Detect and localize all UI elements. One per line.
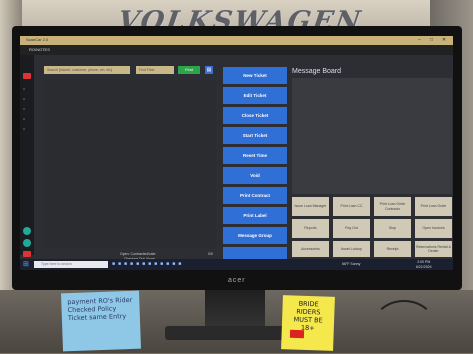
settings-icon[interactable]: ▫ xyxy=(23,127,31,133)
monitor-brand-logo: acer xyxy=(228,277,246,284)
open-status-text: Open: Contracted/Late xyxy=(120,252,156,256)
reset-time-button[interactable]: Reset Time xyxy=(223,147,287,164)
start-ticket-button[interactable]: Start Ticket xyxy=(223,127,287,144)
ticket-list[interactable] xyxy=(44,80,216,248)
sync-icon[interactable] xyxy=(23,239,31,247)
close-ticket-button[interactable]: Close Ticket xyxy=(223,107,287,124)
sidebar: ▫ ▫ ▫ ▫ ▫ xyxy=(20,55,34,257)
document-icon[interactable]: ▫ xyxy=(23,97,31,103)
clipboard-icon[interactable]: ▤ xyxy=(205,66,213,74)
print-loan-order-button[interactable]: Print Loan Order xyxy=(415,197,452,216)
edit-ticket-button[interactable]: Edit Ticket xyxy=(223,87,287,104)
taskbar: ⊞ Type here to search ■■■■■■■■■■■■ 66°F … xyxy=(20,259,453,270)
asset-lookup-button[interactable]: Asset Lookup xyxy=(333,241,370,257)
print-loan-cc-button[interactable]: Print Loan CC xyxy=(333,197,370,216)
status-icon[interactable] xyxy=(23,227,31,235)
tag-icon[interactable]: ▫ xyxy=(23,107,31,113)
power-icon[interactable] xyxy=(23,251,31,257)
receipt-button[interactable]: Receipt xyxy=(374,241,411,257)
clock[interactable]: 2:00 PM 6/21/2024 xyxy=(416,260,432,269)
taskbar-app-icons[interactable]: ■■■■■■■■■■■■ xyxy=(112,261,184,267)
open-invoices-button[interactable]: Open Invoices xyxy=(415,219,452,238)
taskbar-search-input[interactable]: Type here to search xyxy=(34,261,108,268)
find-field-select[interactable]: Find Field xyxy=(136,66,174,74)
cable xyxy=(372,300,436,354)
yellow-sticky-note: BRIDE RIDERS MUST BE 18+ xyxy=(281,295,335,351)
print-loan-order-contracts-button[interactable]: Print Loan Order Contracts xyxy=(374,197,411,216)
home-icon[interactable] xyxy=(23,73,31,79)
minimize-icon[interactable]: – xyxy=(418,37,421,43)
cart-icon[interactable]: ▫ xyxy=(23,87,31,93)
maximize-icon[interactable]: □ xyxy=(430,37,433,43)
print-label-button[interactable]: Print Label xyxy=(223,207,287,224)
message-board xyxy=(292,78,452,194)
search-input[interactable]: Search [ticket#, customer, phone, vin, e… xyxy=(44,66,130,74)
find-button[interactable]: Find xyxy=(178,66,200,74)
clock-time: 2:00 PM xyxy=(417,260,431,264)
windows-start-icon[interactable]: ⊞ xyxy=(23,261,30,268)
reservations-button[interactable]: Reservations Rental & Dealer xyxy=(415,241,452,257)
red-price-sticker xyxy=(289,329,305,339)
window-titlebar: ScanCar 2.0 – □ ✕ xyxy=(20,36,453,45)
pay-out-button[interactable]: Pay Out xyxy=(333,219,370,238)
app-header: RO/NOTES xyxy=(20,45,453,55)
weather-widget[interactable]: 66°F Sunny xyxy=(342,262,360,266)
window-title: ScanCar 2.0 xyxy=(26,37,49,42)
monitor-screen: ScanCar 2.0 – □ ✕ RO/NOTES ▫ ▫ ▫ ▫ ▫ Sea… xyxy=(20,36,453,270)
ticket-count: 0/0 xyxy=(208,252,213,256)
blue-sticky-note: payment RO's Rider Checked Policy Ticket… xyxy=(61,290,141,352)
reports-button[interactable]: Reports xyxy=(292,219,329,238)
message-group-button[interactable]: Message Group xyxy=(223,227,287,244)
app-name: RO/NOTES xyxy=(29,47,50,52)
new-ticket-button[interactable]: New Ticket xyxy=(223,67,287,84)
extra-action-button[interactable] xyxy=(223,247,287,259)
print-contract-button[interactable]: Print Contract xyxy=(223,187,287,204)
close-icon[interactable]: ✕ xyxy=(442,37,446,43)
issue-loan-manager-button[interactable]: Issue Loan Manager xyxy=(292,197,329,216)
accessories-button[interactable]: Accessories xyxy=(292,241,329,257)
message-board-title: Message Board xyxy=(292,68,342,75)
clock-date: 6/21/2024 xyxy=(416,264,432,269)
stop-button[interactable]: Stop xyxy=(374,219,411,238)
wrench-icon[interactable]: ▫ xyxy=(23,117,31,123)
void-button[interactable]: Void xyxy=(223,167,287,184)
